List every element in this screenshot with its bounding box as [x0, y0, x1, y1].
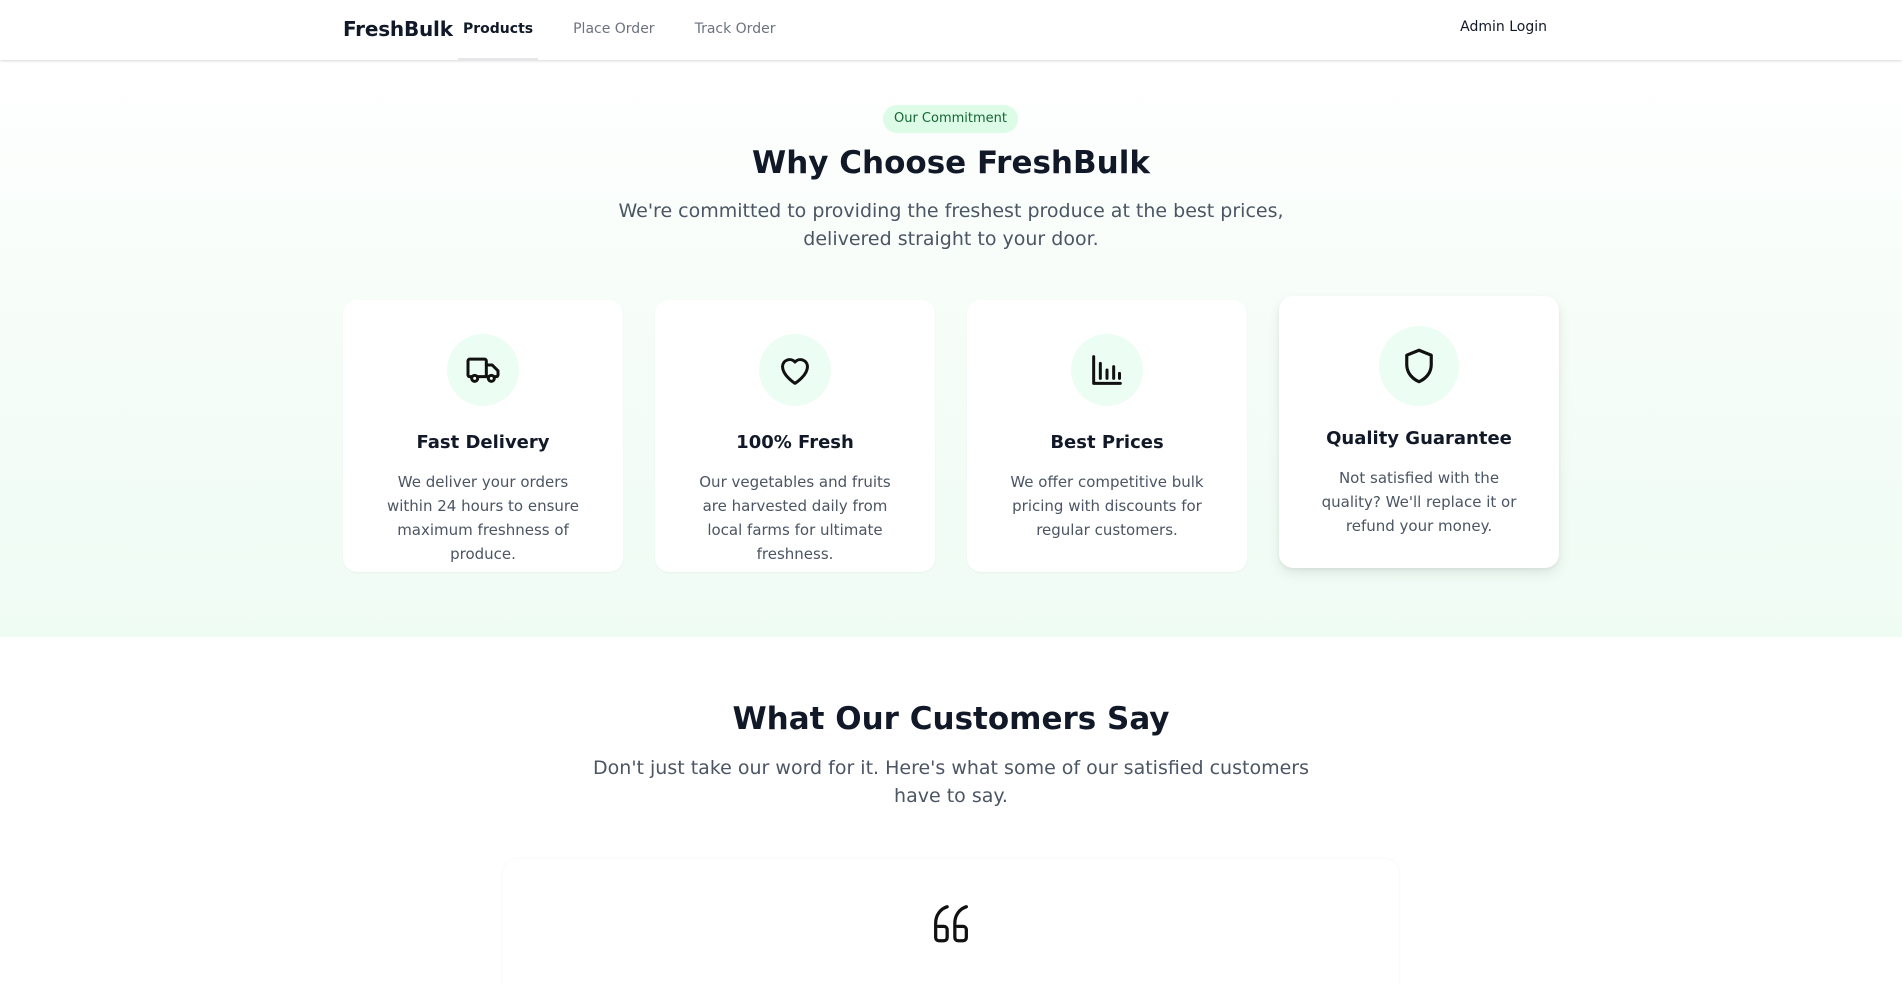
- truck-icon: [447, 334, 519, 406]
- bar-chart-icon: [1071, 334, 1143, 406]
- feature-description: We deliver your orders within 24 hours t…: [386, 473, 579, 563]
- navbar-container: FreshBulk Products Place Order Track Ord…: [343, 0, 1547, 60]
- testimonials-title: What Our Customers Say: [732, 701, 1170, 737]
- nav-link-track-order[interactable]: Track Order: [690, 0, 781, 60]
- feature-card-best-prices: Best Prices We offer competitive bulk pr…: [967, 300, 1247, 572]
- feature-description: Our vegetables and fruits are harvested …: [699, 473, 891, 563]
- commitment-title: Why Choose FreshBulk: [752, 145, 1150, 181]
- nav-link-products[interactable]: Products: [458, 0, 539, 60]
- feature-title: Best Prices: [1050, 432, 1164, 453]
- testimonial-card: [503, 859, 1399, 984]
- main-nav: Products Place Order Track Order: [458, 0, 810, 60]
- brand-logo[interactable]: FreshBulk: [343, 17, 453, 41]
- quote-icon: [934, 905, 968, 943]
- feature-card-fast-delivery: Fast Delivery We deliver your orders wit…: [343, 300, 623, 572]
- testimonials-section: What Our Customers Say Don't just take o…: [0, 637, 1902, 984]
- feature-title: Quality Guarantee: [1326, 428, 1512, 449]
- top-navbar: FreshBulk Products Place Order Track Ord…: [0, 0, 1902, 60]
- feature-card-quality-guarantee: Quality Guarantee Not satisfied with the…: [1279, 296, 1559, 568]
- commitment-section: Our Commitment Why Choose FreshBulk We'r…: [0, 60, 1902, 637]
- nav-link-place-order[interactable]: Place Order: [568, 0, 659, 60]
- feature-card-fresh: 100% Fresh Our vegetables and fruits are…: [655, 300, 935, 572]
- feature-description: We offer competitive bulk pricing with d…: [1010, 473, 1204, 539]
- commitment-subtitle: We're committed to providing the freshes…: [618, 200, 1284, 250]
- heart-icon: [759, 334, 831, 406]
- commitment-badge: Our Commitment: [883, 105, 1018, 133]
- shield-icon: [1379, 326, 1459, 406]
- admin-login-link[interactable]: Admin Login: [1460, 19, 1547, 35]
- feature-title: 100% Fresh: [736, 432, 854, 453]
- testimonials-subtitle: Don't just take our word for it. Here's …: [593, 757, 1309, 807]
- testimonials-subtitle-wrap: Don't just take our word for it. Here's …: [0, 754, 1902, 810]
- feature-description: Not satisfied with the quality? We'll re…: [1321, 469, 1517, 535]
- commitment-subtitle-wrap: We're committed to providing the freshes…: [0, 197, 1902, 253]
- feature-title: Fast Delivery: [416, 432, 550, 453]
